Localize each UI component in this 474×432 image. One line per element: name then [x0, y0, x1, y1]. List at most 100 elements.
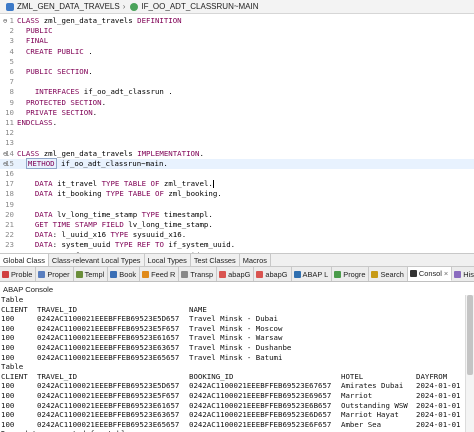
feed-icon	[142, 270, 150, 278]
console-cell: 0242AC1100021EEEBFFEB69523E69657	[189, 390, 332, 400]
console-cell: NAME	[189, 304, 207, 314]
console-output[interactable]: Table CLIENT TRAVEL_ID NAME 100 0242AC1100021…	[0, 295, 464, 432]
console-row: 100 0242AC1100021EEEBFFEB69523E63657 Trave…	[0, 343, 464, 353]
code-line[interactable]: 19	[0, 200, 474, 210]
view-tab-label: History	[463, 269, 474, 279]
console-cell: 0242AC1100021EEEBFFEB69523E65657	[37, 419, 180, 429]
outline-tab[interactable]: Global Class	[0, 254, 49, 266]
view-tab-transp[interactable]: Transp	[179, 267, 218, 281]
view-tab-label: Consol	[418, 269, 442, 278]
console-cell: 2024-01-01	[416, 381, 461, 391]
console-cell: 100	[1, 314, 15, 324]
code-line[interactable]: 5	[0, 57, 474, 67]
view-tab-label: Book	[119, 269, 137, 279]
line-number: 17	[5, 179, 14, 189]
code-line[interactable]: 6 PUBLIC SECTION.	[0, 67, 474, 77]
abapgit-icon	[256, 270, 264, 278]
view-tab-feed-r[interactable]: Feed R	[140, 267, 180, 281]
code-line[interactable]: 11 ENDCLASS.	[0, 118, 474, 128]
outline-tab[interactable]: Macros	[240, 254, 271, 266]
view-tab-label: Templ	[84, 269, 105, 279]
console-cell: 2024-01-01	[416, 390, 461, 400]
code-line[interactable]: 12	[0, 128, 474, 138]
console-cell: Travel Minsk - Dushanbe	[189, 342, 292, 352]
search-icon	[371, 270, 379, 278]
view-tab-search[interactable]: Search	[369, 267, 408, 281]
code-line[interactable]: 10 PRIVATE SECTION.	[0, 108, 474, 118]
console-row: Table	[0, 295, 464, 305]
code-line[interactable]: 1 ⊖ CLASS zml_gen_data_travels DEFINITION	[0, 16, 474, 26]
fold-toggle-icon[interactable]: ⊖	[3, 159, 13, 169]
console-cell: 2024-01-01	[416, 410, 461, 420]
line-number: 22	[5, 230, 14, 240]
view-tab-proble[interactable]: Proble	[0, 267, 37, 281]
outline-tab[interactable]: Local Types	[145, 254, 191, 266]
template-icon	[75, 270, 83, 278]
code-line[interactable]: 2 PUBLIC	[0, 26, 474, 36]
console-row: 100 0242AC1100021EEEBFFEB69523E5D657 0242A…	[0, 381, 464, 391]
scrollbar-thumb[interactable]	[467, 295, 473, 375]
view-tab-label: abapG	[228, 269, 251, 279]
text-cursor	[212, 180, 214, 189]
outline-tab[interactable]: Class-relevant Local Types	[49, 254, 145, 266]
console-cell: 100	[1, 333, 15, 343]
line-number: 5	[9, 56, 14, 66]
code-line[interactable]: 20 DATA lv_long_time_stamp TYPE timestam…	[0, 210, 474, 220]
line-number: 13	[5, 138, 14, 148]
code-text: CLASS zml_gen_data_travels DEFINITION	[17, 16, 182, 25]
console-cell: 0242AC1100021EEEBFFEB69523E6D657	[189, 410, 332, 420]
console-cell: 100	[1, 410, 15, 420]
editor-breadcrumb: ZML_GEN_DATA_TRAVELS › IF_OO_ADT_CLASSRU…	[0, 0, 474, 14]
console-cell: Travel Minsk - Warsaw	[189, 333, 283, 343]
code-line[interactable]: 8 INTERFACES if_oo_adt_classrun .	[0, 87, 474, 97]
code-line[interactable]: 4 CREATE PUBLIC .	[0, 47, 474, 57]
console-cell: Travel Minsk - Moscow	[189, 323, 283, 333]
code-text: ENDCLASS.	[17, 118, 58, 127]
code-line[interactable]: 7	[0, 77, 474, 87]
code-line[interactable]: 17 DATA it_travel TYPE TABLE OF zml_trav…	[0, 179, 474, 189]
view-tabs: Proble Proper Templ Book Feed R Transp abapG ab…	[0, 267, 474, 282]
console-cell: Amirates Dubai	[341, 381, 404, 391]
bookmark-icon	[110, 270, 118, 278]
view-tab-abap-l[interactable]: ABAP L	[292, 267, 333, 281]
line-number: 8	[9, 87, 14, 97]
code-line[interactable]: 18 DATA it_booking TYPE TABLE OF zml_boo…	[0, 189, 474, 199]
code-line[interactable]: 9 PROTECTED SECTION.	[0, 98, 474, 108]
console-cell: Table	[1, 362, 24, 372]
console-cell: 0242AC1100021EEEBFFEB69523E61657	[37, 333, 180, 343]
view-tab-history[interactable]: History	[452, 267, 474, 281]
view-tab-templ[interactable]: Templ	[74, 267, 109, 281]
code-line[interactable]: 14 ⊖ CLASS zml_gen_data_travels IMPLEMENTA…	[0, 149, 474, 159]
line-number: 21	[5, 220, 14, 229]
problems-icon	[2, 270, 9, 278]
code-line[interactable]: 22 DATA: l_uuid_x16 TYPE sysuuid_x16.	[0, 230, 474, 240]
view-tab-book[interactable]: Book	[108, 267, 141, 281]
view-tab-abapg[interactable]: abapG	[217, 267, 255, 281]
console-scrollbar[interactable]	[465, 295, 474, 432]
view-tab-proper[interactable]: Proper	[36, 267, 74, 281]
code-line[interactable]: 16	[0, 169, 474, 179]
code-line[interactable]: 13	[0, 138, 474, 148]
code-text: PRIVATE SECTION.	[25, 107, 98, 117]
breadcrumb-file[interactable]: ZML_GEN_DATA_TRAVELS	[17, 2, 120, 11]
close-icon[interactable]: ×	[444, 269, 448, 278]
console-row: 100 0242AC1100021EEEBFFEB69523E61657 0242A…	[0, 401, 464, 411]
code-line[interactable]: 3 FINAL	[0, 36, 474, 46]
code-editor[interactable]: 1 ⊖ CLASS zml_gen_data_travels DEFINITION 2…	[0, 15, 474, 254]
outline-tab[interactable]: Test Classes	[191, 254, 240, 266]
code-line[interactable]: 21 GET TIME STAMP FIELD lv_long_time_sta…	[0, 220, 474, 230]
console-cell: 0242AC1100021EEEBFFEB69523E6F657	[189, 419, 332, 429]
code-line[interactable]: 23 DATA: system_uuid TYPE REF TO if_syst…	[0, 240, 474, 250]
view-tab-abapg[interactable]: abapG	[254, 267, 292, 281]
fold-toggle-icon[interactable]: ⊖	[3, 149, 13, 159]
view-tab-consol[interactable]: Consol ×	[407, 267, 453, 281]
console-title: ABAP Console	[3, 285, 54, 294]
console-cell: Marriot Hayat	[341, 410, 399, 420]
fold-toggle-icon[interactable]: ⊖	[3, 16, 13, 26]
code-line[interactable]: 15 ⊖ METHOD if_oo_adt_classrun~main.	[0, 157, 474, 169]
console-row: 100 0242AC1100021EEEBFFEB69523E5D657 Trave…	[0, 314, 464, 324]
console-cell: Amber Sea	[341, 419, 382, 429]
breadcrumb-method[interactable]: IF_OO_ADT_CLASSRUN~MAIN	[141, 2, 258, 11]
view-tab-progre[interactable]: Progre	[332, 267, 370, 281]
line-number: 9	[9, 97, 14, 107]
